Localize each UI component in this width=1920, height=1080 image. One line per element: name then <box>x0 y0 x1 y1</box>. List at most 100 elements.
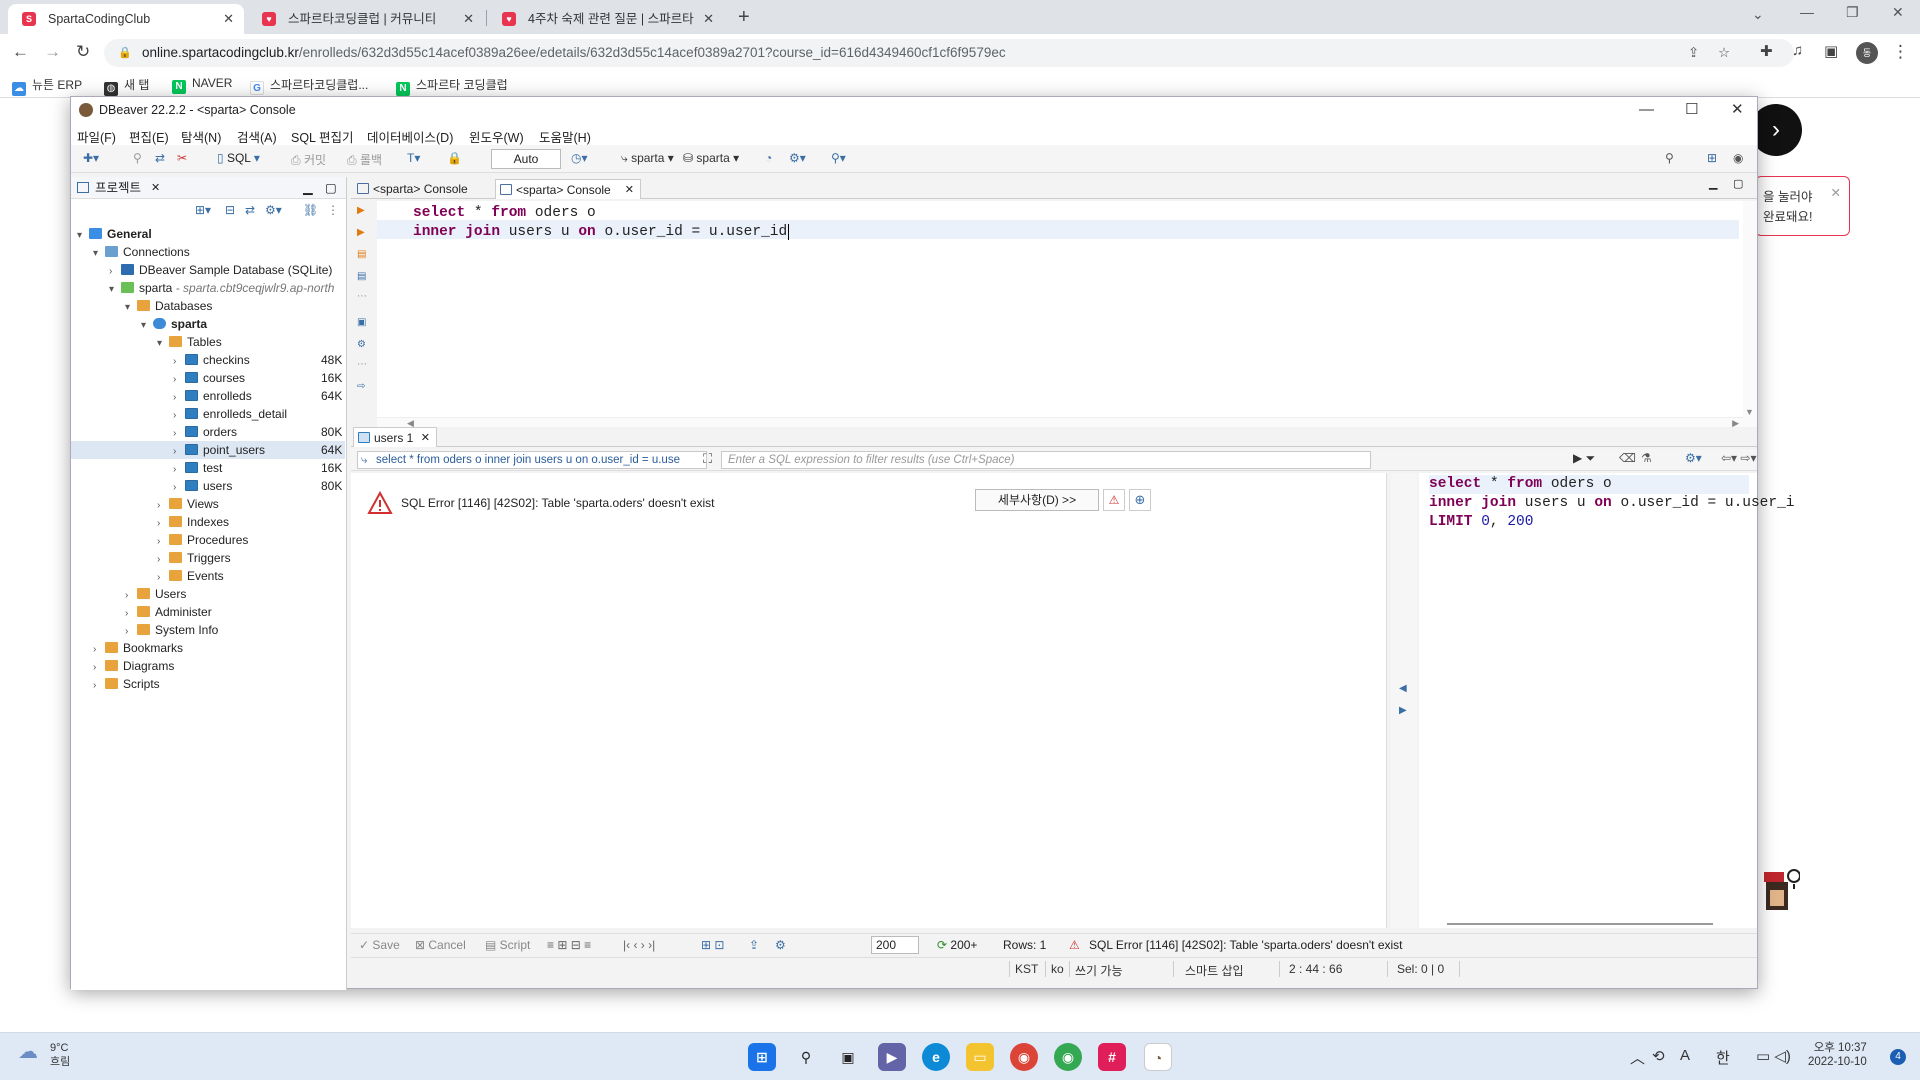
settings-icon[interactable]: ⚙ <box>357 339 369 351</box>
commit-button[interactable]: ⎙ 커밋 <box>291 151 326 168</box>
details-button[interactable]: 세부사항(D) >> <box>975 489 1099 511</box>
bookmark-item[interactable]: ☁ 뉴튼 ERP <box>12 76 82 96</box>
save-button[interactable]: ✓ Save <box>359 938 400 952</box>
tree-users[interactable]: › Users <box>125 585 186 603</box>
new-connection-icon[interactable]: ✚▾ <box>83 151 99 165</box>
minimize-editor-icon[interactable]: ▁ <box>1709 177 1717 190</box>
tree-scripts[interactable]: › Scripts <box>93 675 160 693</box>
share-icon[interactable]: ⇪ <box>1688 39 1699 67</box>
menu-help[interactable]: 도움말(H) <box>539 127 591 146</box>
filter-settings-icon[interactable]: ⚗ <box>1641 451 1652 465</box>
maximize-editor-icon[interactable]: ▢ <box>1733 177 1743 190</box>
back-icon[interactable]: ← <box>12 42 29 62</box>
tree-views[interactable]: › Views <box>157 495 219 513</box>
slack-icon[interactable]: # <box>1098 1043 1126 1071</box>
sql-editor[interactable]: select * from oders o inner join users u… <box>377 201 1757 431</box>
export-icon[interactable]: ⇨ <box>357 381 369 393</box>
tree-bookmarks[interactable]: › Bookmarks <box>93 639 183 657</box>
bookmark-item[interactable]: G 스파르타코딩클럽... <box>250 76 368 95</box>
browser-tab-spartacodingclub[interactable]: S SpartaCodingClub ✕ <box>8 4 244 34</box>
error-log-icon[interactable]: ⚠ <box>1103 489 1125 511</box>
apply-filter-icon[interactable]: ▶ ⏷ <box>1573 451 1595 466</box>
restore-browser-button[interactable]: ❐ <box>1846 4 1859 21</box>
view-menu-icon[interactable]: ⋮ <box>327 203 339 217</box>
close-tab-icon[interactable]: ✕ <box>421 428 430 448</box>
chrome-profile-icon[interactable]: ◉ <box>1054 1043 1082 1071</box>
disconnect-icon[interactable]: ✂ <box>177 151 187 165</box>
eraser-icon[interactable]: ⌫ <box>1619 451 1636 465</box>
new-connection-icon[interactable]: ⊞▾ <box>195 203 211 217</box>
tree-system-info[interactable]: › System Info <box>125 621 218 639</box>
expand-icon[interactable]: ⛶ <box>703 451 712 467</box>
tree-sparta-connection[interactable]: ▾ sparta - sparta.cbt9ceqjwlr9.ap-north <box>109 279 345 297</box>
results-tab-users[interactable]: users 1 ✕ <box>353 427 437 447</box>
tree-tables[interactable]: ▾ Tables <box>157 333 222 351</box>
close-tab-icon[interactable]: ✕ <box>463 4 474 34</box>
menu-kebab-icon[interactable]: ⋮ <box>1892 42 1909 62</box>
tree-events[interactable]: › Events <box>157 567 224 585</box>
dashboard-icon[interactable]: ◔ <box>765 151 772 165</box>
configure-icon[interactable]: ⚙▾ <box>265 203 282 217</box>
menu-search[interactable]: 검색(A) <box>237 127 277 146</box>
reload-icon[interactable]: ↻ <box>76 42 90 62</box>
query-panel-hscrollbar[interactable] <box>1447 923 1713 925</box>
teams-icon[interactable]: ▶ <box>878 1043 906 1071</box>
tree-table-checkins[interactable]: › checkins 48K <box>71 351 345 369</box>
bookmark-item[interactable]: N 스파르타 코딩클럽 <box>396 76 508 96</box>
forward-icon[interactable]: → <box>44 42 61 62</box>
pin-icon[interactable]: ⚙▾ <box>1685 451 1702 465</box>
tree-sparta-db[interactable]: ▾ sparta <box>141 315 207 333</box>
explain-plan-icon[interactable]: ▤ <box>357 271 369 283</box>
tree-table-enrolleds[interactable]: › enrolleds 64K <box>71 387 345 405</box>
schema-select[interactable]: ⛁ sparta ▾ <box>683 151 739 165</box>
link-editor-icon[interactable]: ⇄ <box>245 203 255 217</box>
bookmark-star-icon[interactable]: ☆ <box>1718 39 1730 67</box>
datasource-select[interactable]: ⤷ sparta ▾ <box>621 151 674 166</box>
expand-arrow-icon[interactable]: › <box>173 479 185 497</box>
editor-vertical-scrollbar[interactable]: ▼ <box>1743 201 1757 431</box>
tree-table-courses[interactable]: › courses 16K <box>71 369 345 387</box>
rollback-button[interactable]: ⎙ 롤백 <box>347 151 382 168</box>
history-icon[interactable]: ◷▾ <box>571 151 588 165</box>
dbeaver-icon[interactable]: ◔ <box>1144 1043 1172 1071</box>
close-toast-icon[interactable]: ✕ <box>1831 183 1841 203</box>
export-icon[interactable]: ⇪ <box>749 938 759 952</box>
minimize-browser-button[interactable]: — <box>1800 4 1814 20</box>
media-icon[interactable]: ♫ <box>1792 42 1803 59</box>
menu-window[interactable]: 윈도우(W) <box>469 127 524 146</box>
perspective-icon[interactable]: ⊞ <box>1707 151 1717 165</box>
ime-indicator[interactable]: 한 <box>1716 1047 1730 1068</box>
side-panel-icon[interactable]: ▣ <box>1824 42 1838 60</box>
global-search-icon[interactable]: ⚲ <box>1665 151 1674 165</box>
search-error-icon[interactable]: ⊕ <box>1129 489 1151 511</box>
execute-new-tab-icon[interactable]: ▶ <box>357 227 369 239</box>
tree-triggers[interactable]: › Triggers <box>157 549 231 567</box>
address-bar[interactable]: 🔒 online.spartacodingclub.kr/enrolleds/6… <box>104 39 1794 67</box>
close-button[interactable]: ✕ <box>1731 97 1744 123</box>
tree-sample-db[interactable]: › DBeaver Sample Database (SQLite) <box>109 261 332 279</box>
extensions-icon[interactable]: ✚ <box>1760 42 1773 60</box>
tree-databases[interactable]: ▾ Databases <box>125 297 212 315</box>
search-icon[interactable]: ⚲▾ <box>831 151 846 165</box>
profile-avatar[interactable]: 동 <box>1856 42 1878 64</box>
layout-icons[interactable]: ⊞ ⊡ <box>701 938 724 952</box>
cancel-button[interactable]: ⊠ Cancel <box>415 938 466 952</box>
collapse-all-icon[interactable]: ⊟ <box>225 203 235 217</box>
network-volume-icon[interactable]: ▭ ◁) <box>1756 1047 1791 1065</box>
tree-general[interactable]: ▾ General <box>77 225 152 243</box>
weather-widget[interactable]: ☁ 9°C 흐림 <box>18 1041 70 1069</box>
tree-table-orders[interactable]: › orders 80K <box>71 423 345 441</box>
close-tab-icon[interactable]: ✕ <box>625 180 634 200</box>
tree-table-point-users[interactable]: › point_users 64K <box>71 441 345 459</box>
tree-table-enrolleds-detail[interactable]: › enrolleds_detail <box>71 405 345 423</box>
tools-icon[interactable]: ⚙▾ <box>789 151 806 165</box>
maximize-panel-icon[interactable]: ▢ <box>325 177 337 199</box>
sql-editor-button[interactable]: ▯ SQL ▾ <box>217 151 260 165</box>
console-icon[interactable]: ▣ <box>357 317 369 329</box>
new-tab-button[interactable]: + <box>738 4 750 30</box>
execute-script-icon[interactable]: ▤ <box>357 249 369 261</box>
bookmark-item[interactable]: ◍ 새 탭 <box>104 76 149 96</box>
maximize-button[interactable]: ☐ <box>1685 97 1698 123</box>
input-mode-icon[interactable]: A <box>1680 1047 1690 1064</box>
bookmark-item[interactable]: N NAVER <box>172 76 232 94</box>
